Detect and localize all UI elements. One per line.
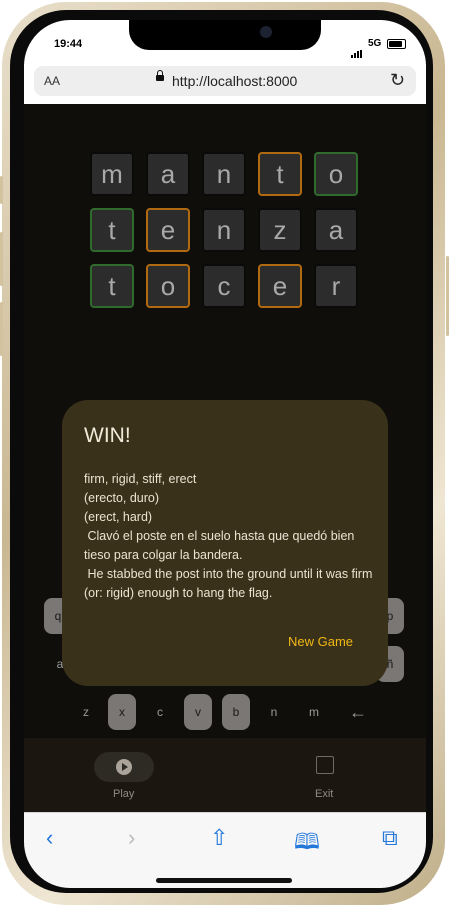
dialog-title: WIN! bbox=[84, 424, 131, 447]
side-button bbox=[0, 176, 3, 204]
nav-exit-label[interactable]: Exit bbox=[315, 788, 333, 800]
notch bbox=[129, 20, 321, 50]
win-dialog: WIN! firm, rigid, stiff, erect (erecto, … bbox=[62, 400, 388, 686]
screen: 19:44 5G AA http://localhost:8000 ↻ mant… bbox=[24, 20, 426, 888]
volume-up-button bbox=[0, 232, 3, 286]
play-icon bbox=[116, 759, 132, 775]
game-area: mantotenzatocer qpasdfghjklñzxcvbnm← WIN… bbox=[24, 104, 426, 734]
board-tile: a bbox=[146, 152, 190, 196]
board-tile: n bbox=[202, 208, 246, 252]
backspace-key[interactable]: ← bbox=[344, 694, 372, 730]
example-spanish: Clavó el poste en el suelo hasta que que… bbox=[84, 529, 358, 562]
keyboard-key[interactable]: x bbox=[108, 694, 136, 730]
board-tile: c bbox=[202, 264, 246, 308]
status-bar: 19:44 5G bbox=[24, 20, 426, 68]
example-english: He stabbed the post into the ground unti… bbox=[84, 567, 376, 600]
board-tile: m bbox=[90, 152, 134, 196]
tabs-icon[interactable]: ⧉ bbox=[382, 825, 398, 851]
battery-icon bbox=[387, 39, 406, 49]
board-tile: e bbox=[258, 264, 302, 308]
share-icon[interactable]: ⇧ bbox=[210, 825, 228, 851]
bottom-nav: Play Exit bbox=[24, 738, 426, 812]
keyboard-key[interactable]: z bbox=[72, 694, 100, 730]
board-tile: n bbox=[202, 152, 246, 196]
keyboard-key[interactable]: b bbox=[222, 694, 250, 730]
url-text[interactable]: http://localhost:8000 bbox=[172, 73, 297, 89]
board-tile: e bbox=[146, 208, 190, 252]
board-tile: z bbox=[258, 208, 302, 252]
address-bar[interactable]: AA http://localhost:8000 ↻ bbox=[34, 66, 416, 96]
network-label: 5G bbox=[368, 38, 382, 49]
bookmarks-icon[interactable]: 🕮 bbox=[294, 825, 320, 863]
board-tile: t bbox=[258, 152, 302, 196]
new-game-button[interactable]: New Game bbox=[288, 634, 353, 649]
lock-icon bbox=[156, 70, 164, 81]
definition-line: firm, rigid, stiff, erect bbox=[84, 472, 197, 486]
reader-aa-button[interactable]: AA bbox=[44, 74, 60, 88]
board-tile: t bbox=[90, 208, 134, 252]
nav-play-label[interactable]: Play bbox=[113, 788, 134, 800]
board-tile: o bbox=[314, 152, 358, 196]
keyboard-key[interactable]: v bbox=[184, 694, 212, 730]
status-time: 19:44 bbox=[54, 38, 83, 50]
keyboard-key[interactable]: n bbox=[260, 694, 288, 730]
board-tile: t bbox=[90, 264, 134, 308]
volume-down-button bbox=[0, 302, 3, 356]
safari-toolbar: ‹ › ⇧ 🕮 ⧉ bbox=[24, 812, 426, 888]
definition-line: (erect, hard) bbox=[84, 510, 153, 524]
camera bbox=[260, 26, 272, 38]
nav-play-button[interactable] bbox=[94, 752, 154, 782]
board-tile: a bbox=[314, 208, 358, 252]
definition-line: (erecto, duro) bbox=[84, 491, 160, 505]
forward-icon[interactable]: › bbox=[128, 825, 135, 851]
exit-icon[interactable] bbox=[316, 756, 334, 774]
board-tile: o bbox=[146, 264, 190, 308]
keyboard-key[interactable]: m bbox=[300, 694, 328, 730]
home-indicator bbox=[156, 878, 292, 883]
board-tile: r bbox=[314, 264, 358, 308]
signal-icon bbox=[351, 40, 363, 58]
reload-icon[interactable]: ↻ bbox=[390, 70, 405, 91]
keyboard-key[interactable]: c bbox=[146, 694, 174, 730]
back-icon[interactable]: ‹ bbox=[46, 825, 53, 851]
dialog-body: firm, rigid, stiff, erect (erecto, duro)… bbox=[84, 470, 374, 603]
